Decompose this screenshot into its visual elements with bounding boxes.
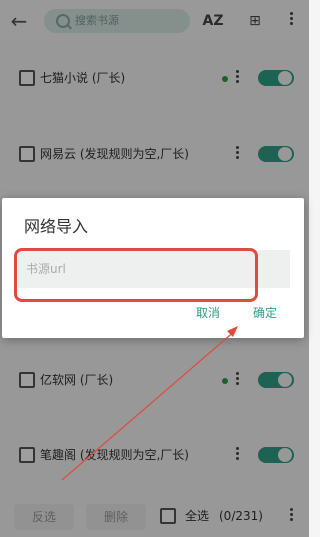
cancel-button[interactable]: 取消	[196, 304, 220, 322]
source-url-input[interactable]	[26, 256, 266, 282]
url-field-container	[18, 250, 290, 288]
ok-button[interactable]: 确定	[253, 304, 277, 322]
network-import-dialog: 网络导入 取消 确定	[2, 198, 304, 338]
dialog-title: 网络导入	[24, 217, 89, 236]
